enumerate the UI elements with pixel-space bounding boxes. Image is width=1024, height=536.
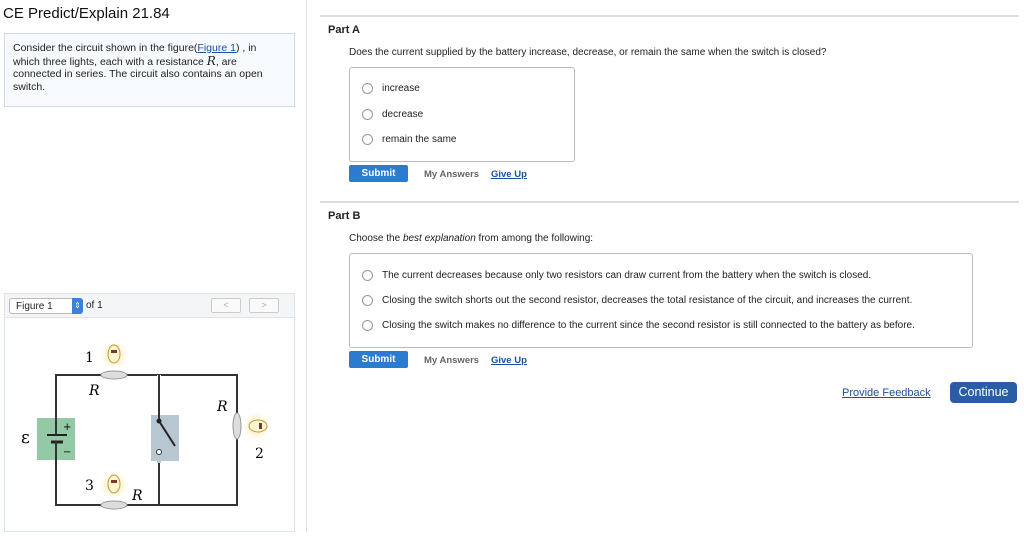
radio-button[interactable] (362, 109, 373, 120)
part-b-question: Choose the best explanation from among t… (349, 233, 593, 244)
option-label: Closing the switch makes no difference t… (382, 320, 915, 331)
option-remain-same[interactable]: remain the same (362, 134, 456, 145)
radio-button[interactable] (362, 295, 373, 306)
divider (320, 15, 1019, 17)
circuit-diagram: + − ε 1 R R 2 3 R (21, 341, 271, 510)
emf-label: ε (21, 428, 30, 448)
part-b-label: Part B (328, 210, 361, 222)
option-b1[interactable]: The current decreases because only two r… (362, 270, 871, 281)
radio-button[interactable] (362, 320, 373, 331)
part-a-question: Does the current supplied by the battery… (349, 47, 827, 58)
radio-button[interactable] (362, 134, 373, 145)
r3-label: R (131, 488, 143, 504)
option-label: remain the same (382, 134, 457, 145)
part-a-submit-button[interactable]: Submit (349, 165, 408, 182)
part-a-my-answers[interactable]: My Answers (424, 169, 479, 180)
figure-select-value: Figure 1 (16, 301, 53, 312)
part-b-give-up-link[interactable]: Give Up (491, 355, 527, 366)
radio-button[interactable] (362, 270, 373, 281)
bulb-2-icon (232, 412, 271, 440)
left-panel: CE Predict/Explain 21.84 Consider the ci… (0, 0, 307, 532)
question-text: from among the following: (475, 233, 594, 244)
page-title: CE Predict/Explain 21.84 (3, 5, 170, 22)
bulb-3-icon (100, 471, 128, 510)
part-b-submit-button[interactable]: Submit (349, 351, 408, 368)
resistance-var: R (206, 53, 216, 68)
r2-label: R (216, 399, 228, 415)
radio-button[interactable] (362, 83, 373, 94)
part-a-options: increase decrease remain the same (349, 67, 575, 162)
figure-panel: Figure 1 ⇕ of 1 < > + − ε 1 R R 2 3 R (4, 293, 295, 532)
divider (320, 201, 1019, 203)
bulb-1-icon (100, 341, 128, 380)
next-figure-button[interactable]: > (249, 298, 279, 313)
option-decrease[interactable]: decrease (362, 109, 423, 120)
plus-label: + (63, 422, 71, 433)
wires (55, 374, 238, 506)
option-label: The current decreases because only two r… (382, 270, 872, 281)
option-label: Closing the switch shorts out the second… (382, 295, 913, 306)
option-b3[interactable]: Closing the switch makes no difference t… (362, 320, 915, 331)
r1-label: R (88, 383, 100, 399)
bulb-2-label: 2 (255, 446, 264, 462)
provide-feedback-link[interactable]: Provide Feedback (842, 387, 931, 399)
question-text: Choose the (349, 233, 403, 244)
part-a-give-up-link[interactable]: Give Up (491, 169, 527, 180)
option-increase[interactable]: increase (362, 83, 420, 94)
updown-icon: ⇕ (72, 298, 83, 314)
figure-count: of 1 (86, 300, 103, 311)
option-label: decrease (382, 109, 424, 120)
figure-select[interactable]: Figure 1 ⇕ (9, 298, 83, 314)
part-a-label: Part A (328, 24, 360, 36)
figure-toolbar: Figure 1 ⇕ of 1 < > (5, 294, 294, 318)
question-emphasis: best explanation (402, 233, 476, 244)
part-b-options: The current decreases because only two r… (349, 253, 973, 348)
part-b-my-answers[interactable]: My Answers (424, 355, 479, 366)
switch (151, 375, 179, 463)
bulb-1-label: 1 (85, 350, 94, 366)
problem-intro: Consider the circuit shown in the figure… (4, 33, 295, 107)
battery: + − (37, 418, 75, 460)
prev-figure-button[interactable]: < (211, 298, 241, 313)
option-b2[interactable]: Closing the switch shorts out the second… (362, 295, 912, 306)
intro-text: Consider the circuit shown in the figure… (13, 42, 198, 54)
figure-link[interactable]: Figure 1 (197, 42, 236, 54)
bulb-3-label: 3 (85, 478, 94, 494)
minus-label: − (63, 447, 71, 458)
continue-button[interactable]: Continue (950, 382, 1017, 403)
option-label: increase (382, 83, 420, 94)
